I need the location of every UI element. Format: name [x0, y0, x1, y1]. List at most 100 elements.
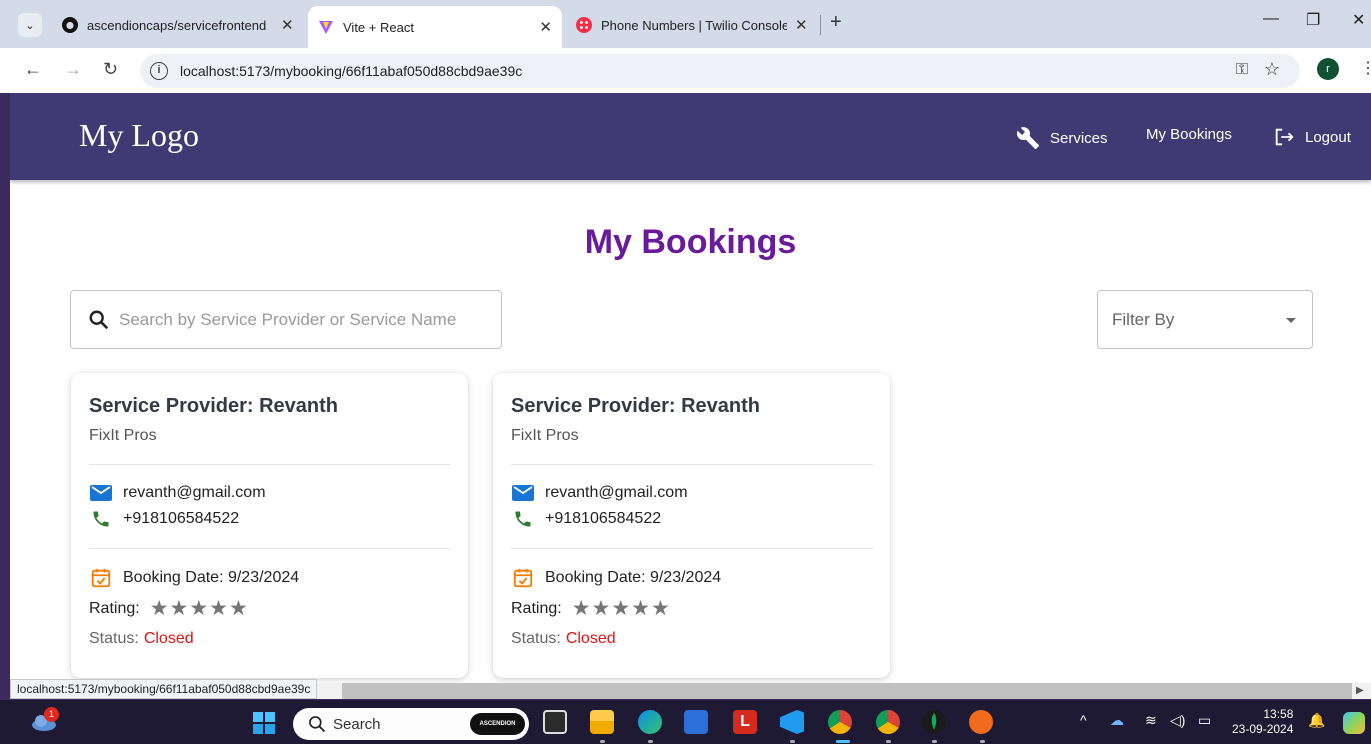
email-text: revanth@gmail.com: [123, 484, 266, 501]
running-indicator: [932, 740, 937, 743]
chevron-down-icon: [1286, 318, 1296, 323]
vscode-icon[interactable]: [780, 710, 804, 734]
address-url[interactable]: localhost:5173/mybooking/66f11abaf050d88…: [180, 63, 522, 79]
tab-search-dropdown[interactable]: ⌄: [18, 13, 42, 37]
booking-card[interactable]: Service Provider: Revanth FixIt Pros rev…: [493, 373, 890, 678]
new-tab-icon[interactable]: +: [830, 11, 842, 34]
battery-icon[interactable]: ▭: [1198, 712, 1211, 729]
site-info-icon[interactable]: i: [150, 62, 168, 80]
store-icon[interactable]: [684, 710, 708, 734]
status-value: Closed: [143, 630, 194, 647]
active-indicator: [836, 740, 850, 743]
nav-logout[interactable]: Logout: [1272, 126, 1351, 148]
page-title: My Bookings: [584, 223, 797, 261]
close-icon[interactable]: ✕: [281, 16, 294, 34]
search-input[interactable]: [119, 307, 489, 333]
phone-icon: [515, 511, 531, 527]
vite-icon: [318, 19, 334, 35]
booking-date-text: Booking Date: 9/23/2024: [123, 569, 300, 586]
reload-icon[interactable]: ↻: [103, 59, 118, 80]
password-key-icon[interactable]: ⚿: [1236, 61, 1248, 79]
booking-date-row: Booking Date: 9/23/2024: [511, 567, 721, 589]
scroll-right-icon[interactable]: ▶: [1356, 685, 1364, 696]
link-status-tooltip: localhost:5173/mybooking/66f11abaf050d88…: [10, 679, 318, 699]
windows-start-icon[interactable]: [253, 712, 275, 734]
tab-github[interactable]: ascendioncaps/servicefrontend ✕: [52, 8, 304, 42]
running-indicator: [600, 740, 605, 743]
chrome-profile-icon[interactable]: [876, 710, 900, 734]
phone-icon: [93, 511, 109, 527]
logo[interactable]: My Logo: [79, 117, 199, 154]
nav-my-bookings-label: My Bookings: [1146, 126, 1232, 143]
back-icon[interactable]: ←: [24, 59, 42, 80]
rating-label: Rating:: [511, 599, 562, 617]
business-name: FixIt Pros: [511, 427, 579, 444]
task-view-icon[interactable]: [543, 710, 567, 734]
status-row: Status: Closed: [89, 630, 194, 648]
l-app-icon[interactable]: L: [733, 710, 757, 734]
provider-name: Service Provider: Revanth: [511, 395, 760, 417]
minimize-icon[interactable]: —: [1263, 10, 1279, 28]
restore-icon[interactable]: ❐: [1306, 10, 1320, 30]
onedrive-icon[interactable]: ☁: [1110, 712, 1124, 729]
running-indicator: [886, 740, 891, 743]
calendar-check-icon: [91, 568, 111, 588]
calendar-check-icon: [513, 568, 533, 588]
bookmark-star-icon[interactable]: ☆: [1264, 59, 1280, 80]
chevron-up-icon[interactable]: ^: [1080, 712, 1087, 728]
clock[interactable]: 13:58 23-09-2024: [1232, 707, 1293, 737]
page-viewport: My Logo Services My Bookings Logout My B…: [10, 93, 1371, 683]
booking-card[interactable]: Service Provider: Revanth FixIt Pros rev…: [71, 373, 468, 678]
status-row: Status: Closed: [511, 630, 616, 648]
copilot-icon[interactable]: [1343, 712, 1365, 734]
tab-vite-react[interactable]: Vite + React ✕: [308, 6, 562, 48]
profile-avatar[interactable]: r: [1317, 58, 1339, 80]
window-close-icon[interactable]: ✕: [1352, 10, 1365, 30]
filter-label: Filter By: [1112, 310, 1175, 329]
horizontal-scrollbar-thumb[interactable]: [342, 683, 1352, 699]
rating-label: Rating:: [89, 599, 140, 617]
chrome-icon[interactable]: [828, 710, 852, 734]
postman-icon[interactable]: [969, 710, 993, 734]
email-row: revanth@gmail.com: [511, 484, 688, 502]
phone-text: +918106584522: [123, 510, 240, 527]
nav-services[interactable]: Services: [1015, 126, 1108, 150]
close-icon[interactable]: ✕: [539, 18, 552, 36]
forward-icon[interactable]: →: [64, 59, 82, 80]
ascendion-search-pill: ASCENDION: [470, 713, 525, 735]
email-text: revanth@gmail.com: [545, 484, 688, 501]
phone-text: +918106584522: [545, 510, 662, 527]
logout-icon: [1275, 128, 1294, 146]
address-bar[interactable]: i localhost:5173/mybooking/66f11abaf050d…: [140, 54, 1300, 88]
wifi-icon[interactable]: ≋: [1145, 712, 1157, 729]
search-box[interactable]: [70, 290, 502, 349]
rating-row: Rating: ★★★★★: [511, 596, 671, 621]
rating-row: Rating: ★★★★★: [89, 596, 249, 621]
wrench-icon: [1016, 127, 1039, 149]
divider: [89, 464, 451, 465]
phone-row: +918106584522: [89, 509, 239, 529]
notification-bell-icon[interactable]: 🔔: [1308, 712, 1325, 729]
phone-row: +918106584522: [511, 509, 661, 529]
close-icon[interactable]: ✕: [795, 16, 808, 34]
browser-menu-icon[interactable]: ⋮: [1360, 58, 1371, 78]
rating-stars[interactable]: ★★★★★: [572, 596, 671, 621]
browser-toolbar: ← → ↻ i localhost:5173/mybooking/66f11ab…: [0, 48, 1371, 93]
tab-separator: [820, 15, 821, 35]
taskbar-search[interactable]: Search ASCENDION: [293, 708, 529, 740]
volume-icon[interactable]: ◁): [1170, 712, 1185, 729]
taskbar-search-label: Search: [333, 716, 381, 733]
file-explorer-icon[interactable]: [590, 710, 614, 734]
rating-stars[interactable]: ★★★★★: [150, 596, 249, 621]
edge-icon[interactable]: [638, 710, 662, 734]
filter-select[interactable]: Filter By: [1097, 290, 1313, 349]
search-icon: [89, 310, 109, 330]
tab-twilio[interactable]: Phone Numbers | Twilio Console ✕: [566, 8, 818, 42]
email-row: revanth@gmail.com: [89, 484, 266, 502]
mongodb-icon[interactable]: [922, 710, 946, 734]
github-icon: [62, 17, 78, 33]
running-indicator: [648, 740, 653, 743]
nav-my-bookings[interactable]: My Bookings: [1146, 126, 1232, 143]
clock-date: 23-09-2024: [1232, 722, 1294, 736]
tab-title: Phone Numbers | Twilio Console: [601, 17, 787, 33]
